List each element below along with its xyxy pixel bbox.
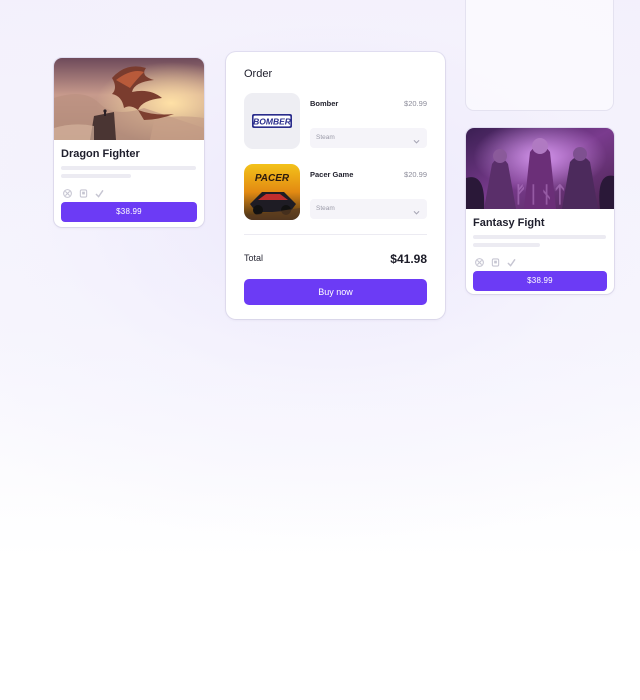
cover-lettering-art: ᚠᛁᚾᛏ	[514, 182, 567, 208]
platform-icons	[63, 185, 204, 198]
playstation-icon	[491, 254, 500, 267]
nintendo-icon	[95, 185, 104, 198]
game-card-fantasy-fight[interactable]: ᚠᛁᚾᛏ Fantasy Fight $38.99	[466, 128, 614, 294]
chevron-down-icon	[412, 133, 421, 144]
platform-select-value: Steam	[316, 205, 335, 212]
platform-select[interactable]: Steam	[310, 128, 427, 148]
order-item: BOMBER Bomber $20.99 Steam	[244, 93, 427, 149]
game-title: Dragon Fighter	[61, 148, 140, 160]
platform-icons	[475, 254, 614, 267]
buy-price-button[interactable]: $38.99	[473, 271, 607, 291]
buy-price-button[interactable]: $38.99	[61, 202, 197, 222]
chevron-down-icon	[412, 204, 421, 215]
fantasy-fight-cover-image: ᚠᛁᚾᛏ	[466, 128, 614, 209]
dragon-fighter-cover-image	[54, 58, 204, 140]
divider	[244, 234, 427, 235]
nintendo-icon	[507, 254, 516, 267]
order-item: PACER Pacer Game $20.99 Steam	[244, 164, 427, 220]
description-placeholder-line	[473, 235, 606, 239]
platform-select-value: Steam	[316, 134, 335, 141]
item-name: Bomber	[310, 99, 339, 108]
description-placeholder-line	[473, 243, 540, 247]
order-panel: Order BOMBER Bomber $20.99 Steam PACER P…	[226, 52, 445, 319]
total-value: $41.98	[390, 252, 427, 266]
xbox-icon	[63, 185, 72, 198]
xbox-icon	[475, 254, 484, 267]
platform-select[interactable]: Steam	[310, 199, 427, 219]
order-title: Order	[244, 68, 273, 80]
placeholder-card	[466, 0, 613, 110]
item-price: $20.99	[404, 99, 427, 108]
bomber-logo-text: BOMBER	[253, 117, 292, 127]
pacer-logo-text: PACER	[255, 173, 290, 184]
total-label: Total	[244, 253, 264, 263]
description-placeholder-line	[61, 174, 131, 178]
item-name: Pacer Game	[310, 170, 354, 179]
buy-now-button[interactable]: Buy now	[244, 279, 427, 305]
game-card-dragon-fighter[interactable]: Dragon Fighter $38.99	[54, 58, 204, 227]
bomber-thumbnail: BOMBER	[244, 93, 300, 149]
game-title: Fantasy Fight	[473, 217, 545, 229]
pacer-thumbnail: PACER	[244, 164, 300, 220]
description-placeholder-line	[61, 166, 196, 170]
playstation-icon	[79, 185, 88, 198]
item-price: $20.99	[404, 170, 427, 179]
